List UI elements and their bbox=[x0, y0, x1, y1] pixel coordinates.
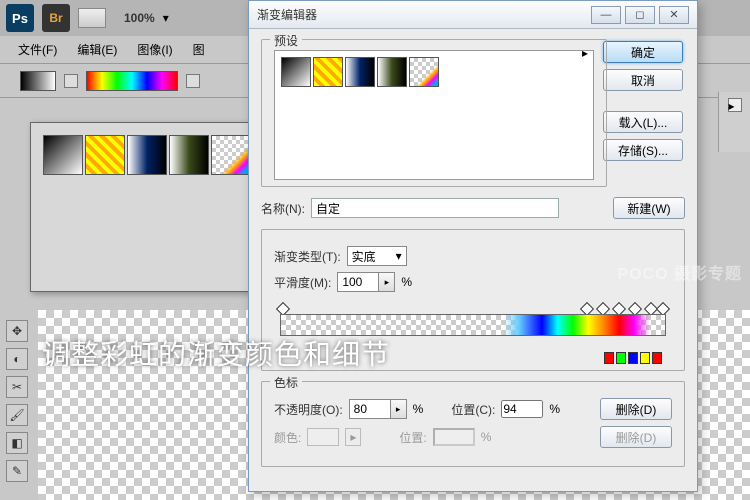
percent-label: % bbox=[401, 275, 412, 289]
tool-brush[interactable]: 🖌 bbox=[6, 404, 28, 426]
gradient-preview-bar[interactable] bbox=[86, 71, 178, 91]
smoothness-input[interactable] bbox=[337, 272, 379, 292]
stops-label: 色标 bbox=[270, 374, 302, 391]
layout-icon[interactable] bbox=[78, 8, 106, 28]
smoothness-label: 平滑度(M): bbox=[274, 274, 331, 291]
color-stop[interactable] bbox=[604, 352, 614, 364]
preset-swatch[interactable] bbox=[313, 57, 343, 87]
preset-swatch[interactable] bbox=[281, 57, 311, 87]
position-label: 位置(C): bbox=[451, 401, 495, 418]
color-stop[interactable] bbox=[640, 352, 650, 364]
percent-label: % bbox=[481, 430, 492, 444]
save-button[interactable]: 存储(S)... bbox=[603, 139, 683, 161]
type-select[interactable]: 实底▾ bbox=[347, 246, 407, 266]
preset-swatch[interactable] bbox=[211, 135, 251, 175]
new-button[interactable]: 新建(W) bbox=[613, 197, 685, 219]
menu-truncated[interactable]: 图 bbox=[185, 37, 213, 62]
percent-label: % bbox=[413, 402, 424, 416]
tool-pen[interactable]: ✎ bbox=[6, 460, 28, 482]
swatch-dropdown[interactable] bbox=[64, 74, 78, 88]
dialog-title: 渐变编辑器 bbox=[257, 6, 587, 23]
position2-label: 位置: bbox=[399, 429, 426, 446]
minimize-button[interactable]: — bbox=[591, 6, 621, 24]
chevron-down-icon: ▾ bbox=[396, 249, 402, 263]
gradient-editor-dialog: 渐变编辑器 — ◻ ✕ 确定 取消 载入(L)... 存储(S)... 预设 ▸… bbox=[248, 0, 698, 492]
color-stop[interactable] bbox=[652, 352, 662, 364]
tool-eraser[interactable]: ◧ bbox=[6, 432, 28, 454]
color-stop[interactable] bbox=[616, 352, 626, 364]
color-label: 颜色: bbox=[274, 429, 301, 446]
menu-image[interactable]: 图像(I) bbox=[129, 37, 180, 62]
bridge-icon[interactable]: Br bbox=[42, 4, 70, 32]
right-panel-tab[interactable]: ▸ bbox=[718, 92, 750, 152]
expand-icon[interactable]: ▸ bbox=[728, 98, 742, 112]
photoshop-app-icon: Ps bbox=[6, 4, 34, 32]
stepper-icon[interactable]: ▸ bbox=[379, 272, 395, 292]
percent-label: % bbox=[549, 402, 560, 416]
opacity-input[interactable] bbox=[349, 399, 391, 419]
opacity-label: 不透明度(O): bbox=[274, 401, 343, 418]
gradient-dropdown[interactable] bbox=[186, 74, 200, 88]
menu-file[interactable]: 文件(F) bbox=[10, 37, 65, 62]
name-input[interactable] bbox=[311, 198, 559, 218]
preset-swatch[interactable] bbox=[127, 135, 167, 175]
stepper-icon: ▸ bbox=[345, 428, 361, 446]
watermark: POCO 摄影专题 bbox=[617, 260, 742, 284]
preset-swatch[interactable] bbox=[345, 57, 375, 87]
preset-swatch[interactable] bbox=[85, 135, 125, 175]
position-input[interactable] bbox=[501, 400, 543, 418]
annotation-text: 调整彩虹的渐变颜色和细节 bbox=[42, 333, 390, 373]
maximize-button[interactable]: ◻ bbox=[625, 6, 655, 24]
tool-lasso[interactable]: ◐ bbox=[6, 348, 28, 370]
ok-button[interactable]: 确定 bbox=[603, 41, 683, 63]
type-label: 渐变类型(T): bbox=[274, 248, 341, 265]
presets-box bbox=[274, 50, 594, 180]
close-button[interactable]: ✕ bbox=[659, 6, 689, 24]
menu-edit[interactable]: 编辑(E) bbox=[69, 37, 125, 62]
foreground-swatch[interactable] bbox=[20, 71, 56, 91]
load-button[interactable]: 载入(L)... bbox=[603, 111, 683, 133]
delete-stop-button[interactable]: 删除(D) bbox=[600, 398, 672, 420]
color-stop[interactable] bbox=[628, 352, 638, 364]
position2-input bbox=[433, 428, 475, 446]
cancel-button[interactable]: 取消 bbox=[603, 69, 683, 91]
color-swatch bbox=[307, 428, 339, 446]
preset-swatch[interactable] bbox=[169, 135, 209, 175]
delete-color-button: 删除(D) bbox=[600, 426, 672, 448]
preset-swatch[interactable] bbox=[409, 57, 439, 87]
presets-menu-icon[interactable]: ▸ bbox=[582, 46, 596, 60]
presets-label: 预设 bbox=[270, 32, 302, 49]
chevron-down-icon[interactable]: ▾ bbox=[163, 11, 169, 25]
zoom-level[interactable]: 100% bbox=[124, 11, 155, 25]
stepper-icon[interactable]: ▸ bbox=[391, 399, 407, 419]
tool-crop[interactable]: ✂ bbox=[6, 376, 28, 398]
tool-move[interactable]: ✥ bbox=[6, 320, 28, 342]
preset-swatch[interactable] bbox=[43, 135, 83, 175]
name-label: 名称(N): bbox=[261, 200, 305, 217]
preset-swatch[interactable] bbox=[377, 57, 407, 87]
gradient-preset-popup bbox=[30, 122, 272, 292]
